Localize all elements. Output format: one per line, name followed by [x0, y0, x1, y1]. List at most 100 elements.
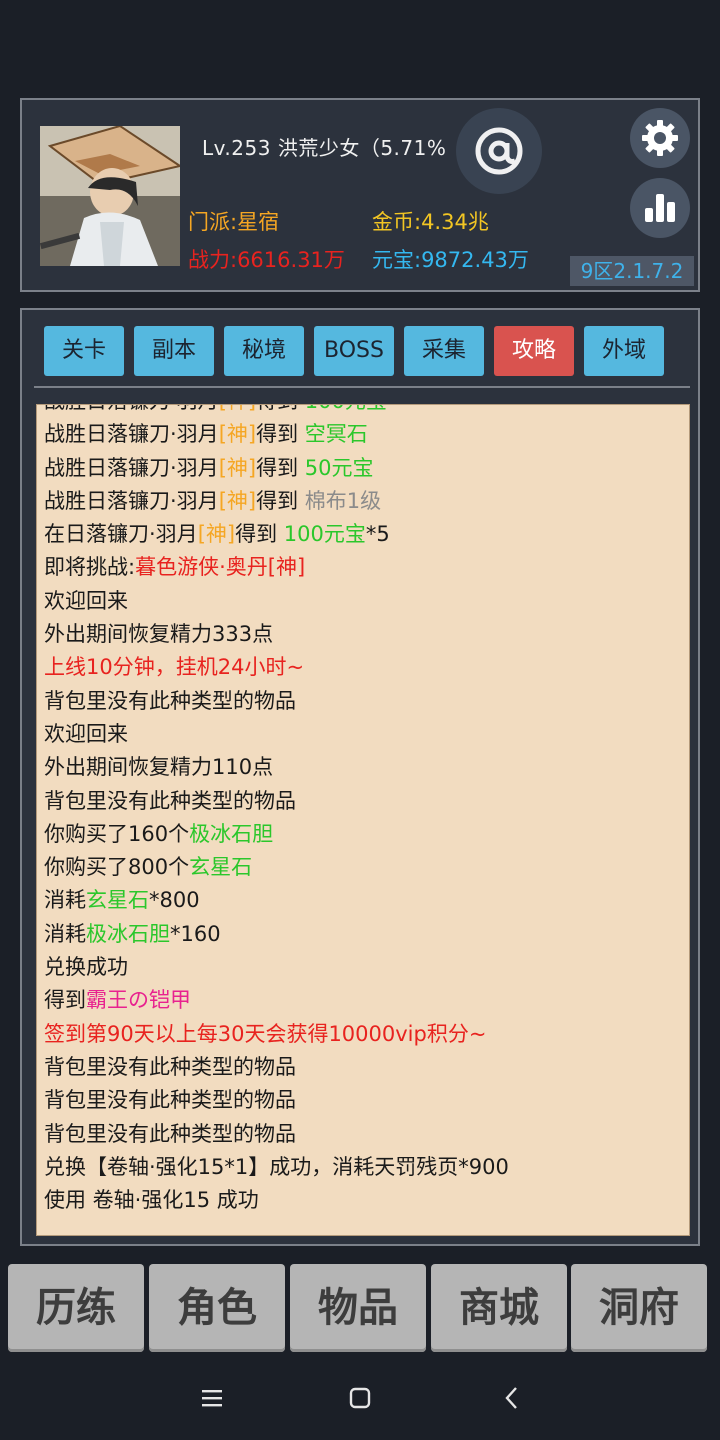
log-segment: 你购买了800个: [44, 855, 190, 880]
log-segment: 背包里没有此种类型的物品: [44, 1054, 296, 1079]
nav-cave[interactable]: 洞府: [571, 1264, 707, 1352]
nav-items[interactable]: 物品: [290, 1264, 426, 1352]
log-segment: [神]: [197, 522, 236, 547]
log-segment: 极冰石胆: [86, 921, 170, 946]
log-line: 战胜日落镰刀·羽月[神]得到 100元宝: [44, 405, 689, 418]
log-line: 背包里没有此种类型的物品: [44, 785, 689, 818]
gear-icon: [642, 120, 678, 156]
log-segment: 得到: [235, 522, 284, 547]
log-segment: 背包里没有此种类型的物品: [44, 1088, 296, 1113]
log-line: 你购买了160个极冰石胆: [44, 818, 689, 851]
log-segment: 背包里没有此种类型的物品: [44, 1121, 296, 1146]
log-segment: 欢迎回来: [44, 588, 128, 613]
at-button[interactable]: [456, 108, 542, 194]
player-level-name: Lv.253 洪荒少女（5.71%: [202, 136, 447, 160]
log-line: 兑换成功: [44, 951, 689, 984]
log-line: 战胜日落镰刀·羽月[神]得到 空冥石: [44, 418, 689, 451]
log-segment: 你购买了160个: [44, 821, 190, 846]
log-segment: 得到: [256, 405, 305, 413]
log-segment: 50元宝: [304, 455, 374, 480]
log-line: 背包里没有此种类型的物品: [44, 1084, 689, 1117]
tab-dungeon[interactable]: 副本: [134, 326, 214, 376]
log-segment: [神]: [218, 422, 257, 447]
log-segment: 得到: [256, 488, 305, 513]
message-log[interactable]: 战胜日落镰刀·羽月[神]得到 100元宝战胜日落镰刀·羽月[神]得到 空冥石战胜…: [36, 404, 690, 1236]
log-line: 兑换【卷轴·强化15*1】成功，消耗天罚残页*900: [44, 1151, 689, 1184]
log-segment: 100元宝: [283, 522, 366, 547]
log-segment: 欢迎回来: [44, 721, 128, 746]
menu-icon[interactable]: [196, 1382, 228, 1414]
log-line: 战胜日落镰刀·羽月[神]得到 棉布1级: [44, 485, 689, 518]
log-segment: [神]: [218, 455, 257, 480]
log-line: 得到霸王の铠甲: [44, 984, 689, 1017]
server-version-badge: 9区2.1.7.2: [570, 256, 694, 286]
tab-boss[interactable]: BOSS: [314, 326, 394, 376]
player-power: 战力:6616.31万: [188, 248, 345, 272]
log-segment: *5: [365, 522, 390, 547]
log-segment: 战胜日落镰刀·羽月: [44, 455, 219, 480]
log-segment: 外出期间恢复精力333点: [44, 622, 274, 647]
log-segment: 100元宝: [305, 405, 387, 413]
log-segment: *800: [149, 888, 200, 913]
log-segment: 背包里没有此种类型的物品: [44, 688, 296, 713]
log-segment: 极冰石胆: [189, 821, 274, 846]
log-line: 消耗极冰石胆*160: [44, 918, 689, 951]
tab-secret-realm[interactable]: 秘境: [224, 326, 304, 376]
log-segment: [神]: [218, 488, 257, 513]
log-line: 欢迎回来: [44, 585, 689, 618]
tab-gather[interactable]: 采集: [404, 326, 484, 376]
log-line: 背包里没有此种类型的物品: [44, 685, 689, 718]
log-segment: 玄星石: [86, 888, 149, 913]
tab-outer-domain[interactable]: 外域: [584, 326, 664, 376]
log-segment: 使用 卷轴·强化15 成功: [44, 1188, 259, 1213]
log-segment: 背包里没有此种类型的物品: [44, 788, 296, 813]
log-segment: 签到第90天以上每30天会获得10000vip积分~: [44, 1021, 487, 1046]
tab-stage[interactable]: 关卡: [44, 326, 124, 376]
log-line: 外出期间恢复精力110点: [44, 751, 689, 784]
log-segment: 战胜日落镰刀·羽月: [44, 405, 219, 413]
ranking-button[interactable]: [630, 178, 690, 238]
log-segment: 即将挑战:: [44, 555, 136, 580]
log-segment: 在日落镰刀·羽月: [44, 522, 198, 547]
at-sign-icon: [475, 127, 523, 175]
nav-shop[interactable]: 商城: [431, 1264, 567, 1352]
log-segment: 兑换【卷轴·强化15*1】成功，消耗天罚残页*900: [44, 1154, 509, 1179]
tab-guide[interactable]: 攻略: [494, 326, 574, 376]
home-icon[interactable]: [344, 1382, 376, 1414]
bar-chart-icon: [645, 194, 675, 222]
log-segment: 棉布1级: [304, 488, 382, 513]
log-line: 战胜日落镰刀·羽月[神]得到 50元宝: [44, 452, 689, 485]
nav-character[interactable]: 角色: [149, 1264, 285, 1352]
main-panel: 关卡 副本 秘境 BOSS 采集 攻略 外域 战胜日落镰刀·羽月[神]得到 10…: [20, 308, 700, 1246]
log-segment: 上线10分钟，挂机24小时~: [44, 655, 305, 680]
log-line: 背包里没有此种类型的物品: [44, 1118, 689, 1151]
log-line: 消耗玄星石*800: [44, 884, 689, 917]
log-line: 背包里没有此种类型的物品: [44, 1051, 689, 1084]
player-sect: 门派:星宿: [188, 210, 280, 234]
log-line: 你购买了800个玄星石: [44, 851, 689, 884]
log-segment: 消耗: [44, 921, 86, 946]
log-segment: 得到: [256, 455, 305, 480]
log-segment: 得到: [44, 988, 86, 1013]
log-segment: 暮色游侠·奥丹[神]: [135, 555, 306, 580]
log-line: 签到第90天以上每30天会获得10000vip积分~: [44, 1018, 689, 1051]
settings-button[interactable]: [630, 108, 690, 168]
log-segment: 战胜日落镰刀·羽月: [44, 488, 219, 513]
log-line: 上线10分钟，挂机24小时~: [44, 651, 689, 684]
player-avatar[interactable]: [40, 126, 180, 266]
log-segment: 霸王の铠甲: [86, 988, 191, 1013]
log-segment: 消耗: [44, 888, 86, 913]
log-segment: 外出期间恢复精力110点: [44, 755, 274, 780]
player-gold: 金币:4.34兆: [372, 210, 489, 234]
nav-training[interactable]: 历练: [8, 1264, 144, 1352]
android-navigation-bar: [0, 1356, 720, 1440]
log-segment: 空冥石: [304, 422, 368, 447]
log-list: 战胜日落镰刀·羽月[神]得到 100元宝战胜日落镰刀·羽月[神]得到 空冥石战胜…: [44, 405, 689, 1217]
log-segment: 得到: [256, 422, 305, 447]
log-line: 欢迎回来: [44, 718, 689, 751]
log-line: 在日落镰刀·羽月[神]得到 100元宝*5: [44, 518, 689, 551]
back-icon[interactable]: [496, 1382, 528, 1414]
log-line: 即将挑战:暮色游侠·奥丹[神]: [44, 551, 689, 584]
player-ingot: 元宝:9872.43万: [372, 248, 529, 272]
log-segment: 兑换成功: [44, 955, 128, 980]
